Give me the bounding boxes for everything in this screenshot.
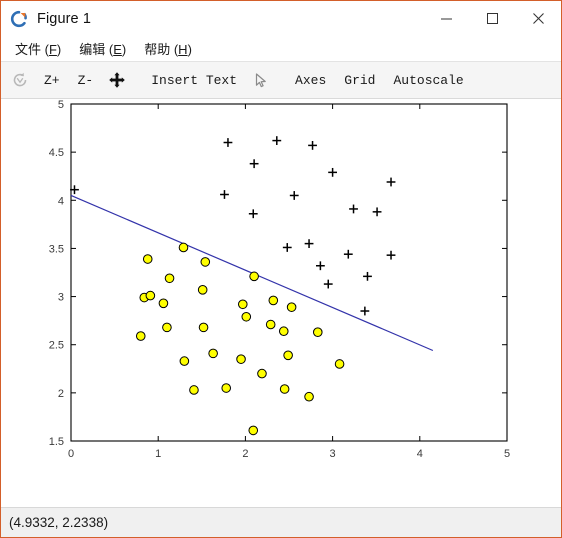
y-tick-label: 4: [58, 195, 64, 207]
data-point-circle: [158, 298, 169, 309]
insert-text-button[interactable]: Insert Text: [144, 70, 244, 91]
scatter-plot[interactable]: 0 1 2 3 4 5 1.5 2 2.5 3 3.5 4 4.5 5: [1, 99, 561, 500]
menubar: 文件 (F) 编辑 (E) 帮助 (H): [1, 36, 561, 62]
data-point-circle: [145, 290, 156, 301]
menu-item-file-tail: ): [56, 41, 62, 57]
menu-item-help[interactable]: 帮助 (H): [138, 37, 200, 61]
menu-item-file[interactable]: 文件 (F): [9, 37, 69, 61]
data-point-circle: [237, 299, 248, 310]
toolbar: Z+ Z- Insert Text Axes Grid Autoscale: [1, 62, 561, 99]
axes-button[interactable]: Axes: [288, 70, 333, 91]
data-point-circle: [304, 391, 314, 402]
data-point-circle: [265, 319, 276, 330]
data-point-circle: [236, 354, 246, 364]
data-point-circle: [286, 302, 297, 312]
y-tick-label: 3: [58, 292, 64, 304]
data-point-circle: [257, 368, 267, 379]
statusbar: (4.9332, 2.2338): [1, 507, 561, 537]
close-button[interactable]: [515, 1, 561, 36]
minimize-icon: [440, 18, 452, 20]
maximize-button[interactable]: [469, 1, 515, 36]
menu-item-help-mnemonic: H: [178, 41, 188, 57]
y-tick-label: 5: [58, 99, 64, 111]
menu-item-file-text: 文件 (: [15, 41, 49, 57]
x-tick-label: 2: [242, 448, 248, 460]
figure-canvas[interactable]: 0 1 2 3 4 5 1.5 2 2.5 3 3.5 4 4.5 5: [1, 99, 561, 500]
data-point-circle: [208, 348, 218, 359]
data-point-circle: [197, 285, 208, 295]
data-point-circle: [283, 350, 293, 361]
zoom-out-button[interactable]: Z-: [71, 70, 101, 91]
data-point-circle: [241, 311, 252, 322]
x-tick-label: 3: [330, 448, 336, 460]
window-controls: [423, 1, 561, 36]
data-point-circle: [178, 242, 189, 253]
window-title: Figure 1: [37, 10, 91, 27]
autoscale-button[interactable]: Autoscale: [386, 70, 470, 91]
close-icon: [532, 13, 544, 24]
y-tick-label: 1.5: [49, 436, 64, 448]
titlebar: Figure 1: [1, 1, 561, 36]
grid-button[interactable]: Grid: [337, 70, 382, 91]
y-tick-label: 3.5: [49, 243, 64, 255]
data-point-circle: [135, 331, 146, 341]
x-tick-label: 5: [504, 448, 510, 460]
data-point-circle: [221, 383, 232, 393]
x-tick-label: 0: [68, 448, 74, 460]
pan-move-icon: [109, 72, 126, 88]
cursor-arrow-icon: [255, 72, 266, 87]
menu-item-help-text: 帮助 (: [144, 41, 179, 57]
data-point-circle: [164, 273, 175, 284]
y-tick-label: 4.5: [49, 147, 64, 159]
rotate-reset-icon: [13, 72, 27, 87]
data-point-circle: [268, 295, 279, 306]
data-point-circle: [189, 385, 199, 395]
minimize-button[interactable]: [423, 1, 469, 36]
menu-item-edit[interactable]: 编辑 (E): [73, 37, 134, 61]
data-point-circle: [142, 254, 153, 264]
menu-item-edit-text: 编辑 (: [79, 41, 114, 57]
data-point-circle: [200, 257, 211, 267]
data-point-circle: [162, 322, 172, 333]
data-point-circle: [198, 322, 209, 333]
menu-item-edit-tail: ): [121, 41, 127, 57]
menu-item-edit-mnemonic: E: [113, 41, 122, 57]
x-tick-label: 4: [417, 448, 423, 460]
pan-move-button[interactable]: [104, 68, 130, 92]
data-point-circle: [334, 359, 345, 369]
zoom-in-button[interactable]: Z+: [37, 70, 67, 91]
menu-item-file-mnemonic: F: [48, 41, 57, 57]
data-point-circle: [249, 271, 259, 282]
menu-item-help-tail: ): [187, 41, 192, 57]
figure-window: Figure 1 文件 (F) 编辑 (E) 帮助 (H) Z+ Z- Inse…: [0, 0, 562, 538]
data-point-circle: [248, 425, 259, 436]
maximize-icon: [486, 13, 498, 24]
data-point-circle: [312, 327, 323, 337]
cursor-coordinates: (4.9332, 2.2338): [9, 515, 109, 530]
rotate-reset-button[interactable]: [7, 68, 33, 92]
data-point-circle: [278, 326, 289, 337]
y-tick-label: 2: [58, 388, 64, 400]
cursor-arrow-button[interactable]: [248, 68, 274, 92]
data-point-circle: [179, 356, 190, 366]
data-point-circle: [279, 384, 290, 394]
octave-logo-icon: [10, 10, 28, 28]
x-tick-label: 1: [155, 448, 161, 460]
y-tick-label: 2.5: [49, 340, 64, 352]
